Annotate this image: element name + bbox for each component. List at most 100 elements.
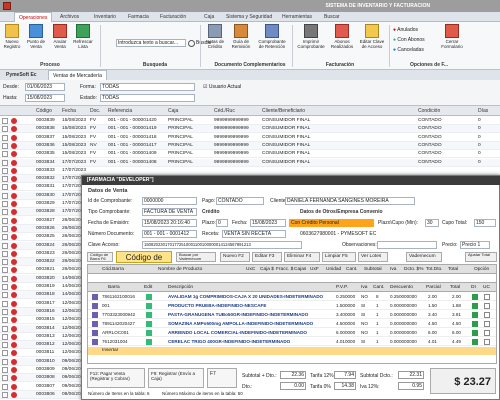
tab-archivos[interactable]: Archivos — [56, 12, 83, 22]
tab-caja[interactable]: Caja — [200, 12, 218, 22]
col-dias[interactable]: Días — [478, 108, 488, 114]
item-row[interactable]: 7861162100016 AVALIDAM 1g COMPRIMIDOS-CAJ… — [88, 293, 496, 301]
tab-buscar[interactable]: Buscar — [320, 12, 344, 22]
plazo-field[interactable]: 0 — [216, 219, 228, 227]
tab-pymesoft[interactable]: PymeSoft Ec — [2, 70, 41, 80]
row-checkbox[interactable] — [2, 225, 8, 232]
item-row[interactable]: 7891142020427 SOMAZINA AMPo500mg AMPOLLA-… — [88, 320, 496, 328]
ajustar-total-button[interactable]: Ajustar Total — [465, 252, 497, 262]
fecha-emision-field[interactable]: 15/08/2023 20:16:40 — [142, 219, 197, 227]
row-checkbox[interactable] — [2, 317, 8, 324]
row-checkbox[interactable] — [2, 275, 8, 282]
row-checkbox[interactable] — [2, 134, 8, 141]
table-row[interactable]: 0003835 15/08/2023 FV 001 - 001 - 000001409… — [0, 150, 500, 159]
row-checkbox[interactable] — [2, 267, 8, 274]
row-checkbox[interactable] — [2, 308, 8, 315]
precio-select[interactable]: Precio 1 — [460, 241, 490, 249]
item-row[interactable]: 7612031004 CERELAC TRIGO 400GR-INDEFINIDO… — [88, 338, 496, 346]
fecha-field[interactable]: 15/08/2023 — [250, 219, 286, 227]
tab-sistema[interactable]: Sistema y Seguridad — [222, 12, 276, 22]
col-doc[interactable]: Doc. — [90, 108, 100, 114]
insertar-row[interactable]: Insertar — [88, 347, 496, 355]
row-checkbox[interactable] — [2, 242, 8, 249]
cerrar-formulario-button[interactable]: Cerrar Formulario — [438, 24, 466, 49]
check-icon[interactable] — [472, 312, 478, 318]
search-input[interactable]: Introduzca texto a buscar... — [116, 39, 186, 47]
punto-venta-button[interactable]: Punto de Venta — [25, 24, 47, 49]
tab-herramientas[interactable]: Herramientas — [278, 12, 316, 22]
codigo-barra-f6-button[interactable]: Código de Barra F6 — [87, 252, 113, 262]
col-referencia[interactable]: Referencia — [108, 108, 132, 114]
col-ruc[interactable]: Céd./Ruc — [214, 108, 235, 114]
edit-icon[interactable] — [146, 312, 152, 318]
table-row[interactable]: 0003834 17/07/2023 FV 001 - 001 - 000001408… — [0, 158, 500, 167]
row-checkbox[interactable] — [2, 209, 8, 216]
f9-registrar-button[interactable]: F9: Registrar (Envío a Caja) — [148, 368, 204, 388]
nuevo-registro-button[interactable]: Nuevo Registro — [2, 24, 22, 49]
f12-pagar-button[interactable]: F12: Pagar Venta (Registrar y Cobrar) — [87, 368, 145, 388]
comprobante-retencion-button[interactable]: Comprobante de Retención — [256, 24, 288, 49]
filtro-abonos[interactable]: ● Con Abonos — [393, 37, 425, 43]
row-checkbox[interactable] — [2, 358, 8, 365]
row-checkbox[interactable] — [2, 284, 8, 290]
row-checkbox[interactable] — [2, 292, 8, 299]
col-codigo[interactable]: Código — [36, 108, 52, 114]
tab-operaciones[interactable]: Operaciones — [14, 12, 53, 22]
row-checkbox[interactable] — [2, 167, 8, 174]
pago-select[interactable]: CONTADO — [216, 197, 264, 205]
cupo-field[interactable]: 150 — [474, 219, 496, 227]
row-checkbox[interactable] — [2, 184, 8, 191]
item-row[interactable]: 7703323000942 PASTA-GRANUGENA TUBo50GR-IN… — [88, 311, 496, 319]
row-checkbox[interactable] — [2, 325, 8, 332]
limpiar-f5-button[interactable]: Limpiar F5 — [322, 252, 356, 262]
forma-select[interactable]: TODAS — [100, 83, 195, 91]
table-row[interactable]: 0003837 15/08/2023 FV 001 - 001 - 000001418… — [0, 134, 500, 142]
table-row[interactable]: 0003838 15/08/2023 FV 001 - 001 - 000001419… — [0, 125, 500, 134]
row-checkbox[interactable] — [2, 300, 8, 307]
table-row[interactable]: 0003833 17/07/2023 — [0, 167, 500, 175]
tipo-comp-select[interactable]: FACTURA DE VENTA — [142, 208, 197, 216]
observaciones-field[interactable] — [377, 241, 437, 249]
row-checkbox[interactable] — [2, 201, 8, 207]
id-comprobante-field[interactable]: 0000000 — [142, 197, 197, 205]
uc-checkbox[interactable] — [484, 339, 490, 345]
desde-field[interactable]: 01/06/2023 — [25, 83, 65, 91]
abonos-realizados-button[interactable]: Abonos Realizados — [328, 24, 356, 49]
edit-icon[interactable] — [146, 321, 152, 327]
check-icon[interactable] — [472, 330, 478, 336]
row-checkbox[interactable] — [2, 391, 8, 398]
row-checkbox[interactable] — [2, 250, 8, 257]
vademecum-button[interactable]: Vademecum — [406, 252, 442, 262]
item-row[interactable]: ARRLOC001 ARRIENDO LOCAL COMERCIAL-INDEFI… — [88, 329, 496, 337]
col-caja[interactable]: Caja — [168, 108, 178, 114]
row-checkbox[interactable] — [2, 217, 8, 224]
col-cliente[interactable]: Cliente/Beneficiario — [262, 108, 305, 114]
clave-acceso-field[interactable]: 1508202301701772510001100100000014124567… — [142, 241, 302, 249]
filtro-canceladas[interactable]: ● Canceladas — [393, 47, 424, 53]
row-checkbox[interactable] — [2, 342, 8, 349]
edit-icon[interactable] — [146, 339, 152, 345]
item-row[interactable]: 001 PRODUCTO PRUEBA-INDEFINIDO-NESCAFE 1.5… — [88, 302, 496, 310]
credito-personal-toggle[interactable]: Con Crédito Personal — [289, 219, 374, 227]
cliente-field[interactable]: DANIELA FERNANDA SANGINES MOREIRA — [285, 197, 415, 205]
uc-checkbox[interactable] — [484, 330, 490, 336]
row-checkbox[interactable] — [2, 142, 8, 149]
row-checkbox[interactable] — [2, 126, 8, 133]
tab-facturacion[interactable]: Facturación — [156, 12, 190, 22]
filtro-anulados[interactable]: ● Anulados — [393, 27, 418, 33]
uc-checkbox[interactable] — [484, 312, 490, 318]
tab-farmacia[interactable]: Farmacia — [124, 12, 153, 22]
num-doc-field[interactable]: 001 - 001 - 0001412 — [142, 230, 197, 238]
items-input-row[interactable] — [88, 274, 496, 283]
table-row[interactable]: 0003836 15/08/2023 NV 001 - 001 - 000001417… — [0, 141, 500, 150]
receta-select[interactable]: VENTA SIN RECETA — [222, 230, 286, 238]
check-icon[interactable] — [472, 303, 478, 309]
plazo-cupo-field[interactable]: 30 — [425, 219, 439, 227]
nuevo-f2-button[interactable]: Nuevo F2 — [220, 252, 250, 262]
row-checkbox[interactable] — [2, 350, 8, 357]
uc-checkbox[interactable] — [484, 294, 490, 300]
guia-remision-button[interactable]: Guía de Remisión — [229, 24, 253, 49]
f7-button[interactable]: F7 — [207, 368, 237, 388]
estado-select[interactable]: TODAS — [100, 94, 195, 102]
eliminar-f4-button[interactable]: Eliminar F4 — [284, 252, 320, 262]
